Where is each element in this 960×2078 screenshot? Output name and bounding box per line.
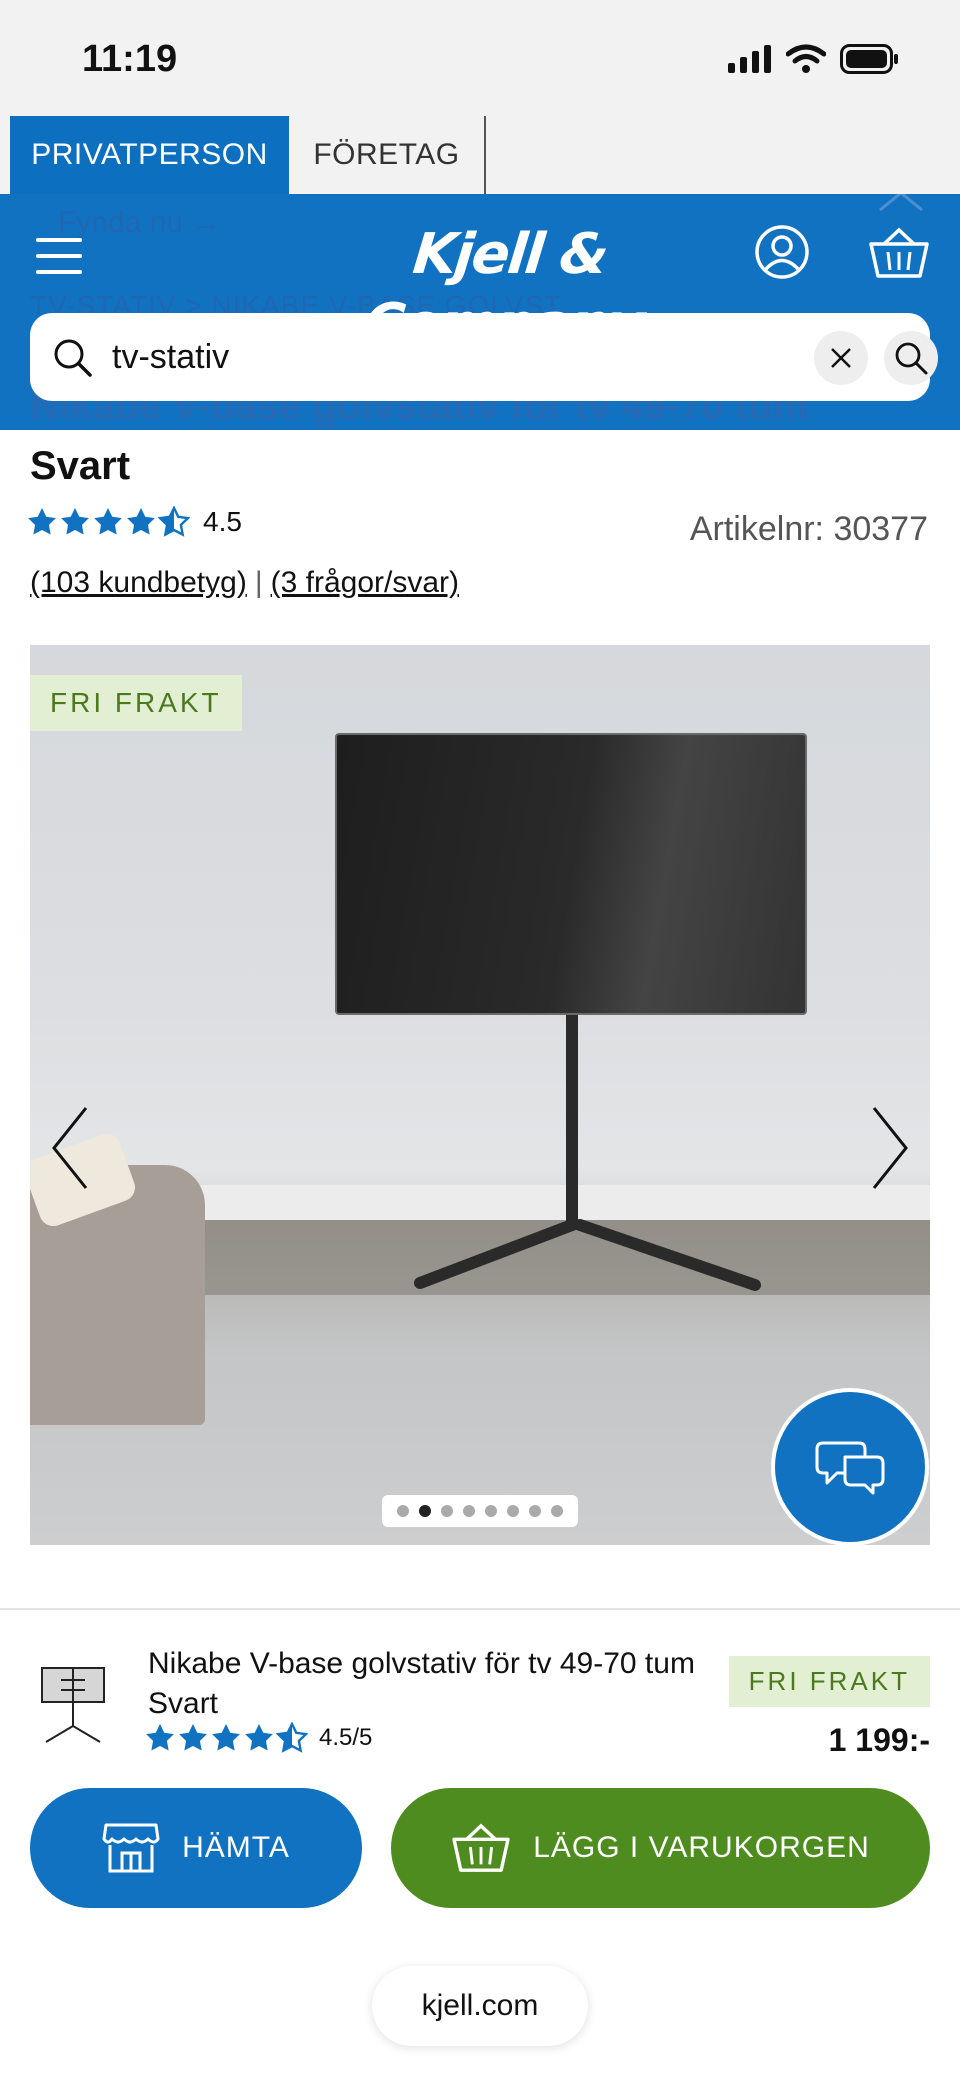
star-icon <box>94 508 122 535</box>
star-icon <box>179 1724 207 1751</box>
account-icon[interactable] <box>754 224 810 280</box>
star-icon <box>127 508 155 535</box>
chevron-right-icon[interactable] <box>864 1098 914 1198</box>
product-rating[interactable]: 4.5 <box>26 506 242 538</box>
product-price: 1 199:- <box>828 1722 930 1758</box>
menu-button[interactable] <box>36 238 82 278</box>
gallery-dot[interactable] <box>551 1505 563 1517</box>
article-number: Artikelnr: 30377 <box>689 510 928 548</box>
cart-icon[interactable] <box>868 226 930 280</box>
status-bar: 11:19 <box>0 0 960 116</box>
star-icon <box>212 1724 240 1751</box>
product-image-base <box>414 1219 761 1291</box>
sticky-rating: 4.5/5 <box>144 1722 372 1754</box>
sticky-rating-score: 4.5/5 <box>319 1724 373 1751</box>
search-input[interactable] <box>112 327 792 387</box>
deal-link-ghost: Fynda nu → <box>58 206 222 239</box>
gallery-dot-active[interactable] <box>419 1505 431 1517</box>
search-icon <box>895 342 928 375</box>
star-icon <box>28 508 56 535</box>
gallery-pagination <box>382 1495 578 1527</box>
add-to-cart-button[interactable]: LÄGG I VARUKORGEN <box>391 1788 930 1908</box>
qa-link[interactable]: (3 frågor/svar) <box>271 566 459 599</box>
product-image-pole <box>566 1015 578 1230</box>
half-star-icon <box>158 506 190 537</box>
tab-foretag[interactable]: FÖRETAG <box>289 116 486 194</box>
gallery-dot[interactable] <box>463 1505 475 1517</box>
half-star-icon <box>276 1722 308 1753</box>
rating-score: 4.5 <box>203 506 242 537</box>
gallery-dot[interactable] <box>529 1505 541 1517</box>
submit-search-button[interactable] <box>884 331 938 385</box>
status-icons <box>728 44 900 74</box>
signal-icon <box>728 45 771 73</box>
free-shipping-badge: FRI FRAKT <box>30 675 242 731</box>
tab-privatperson[interactable]: PRIVATPERSON <box>10 116 289 194</box>
star-icon <box>245 1724 273 1751</box>
product-title: Svart <box>30 444 131 488</box>
gallery-dot[interactable] <box>441 1505 453 1517</box>
gallery-dot[interactable] <box>397 1505 409 1517</box>
status-time: 11:19 <box>82 38 178 80</box>
store-icon <box>102 1823 160 1873</box>
chevron-up-icon <box>879 194 923 212</box>
pickup-in-store-button[interactable]: HÄMTA <box>30 1788 362 1908</box>
product-image-tv <box>335 733 807 1015</box>
reviews-link[interactable]: (103 kundbetyg) <box>30 566 247 599</box>
search-icon <box>54 339 92 377</box>
chevron-left-icon[interactable] <box>46 1098 96 1198</box>
separator: | <box>254 566 263 599</box>
product-thumbnail[interactable] <box>36 1662 110 1748</box>
review-links: (103 kundbetyg) | (3 frågor/svar) <box>30 566 459 600</box>
chat-bubbles-icon <box>815 1441 885 1495</box>
chat-button[interactable] <box>771 1388 929 1546</box>
basket-icon <box>452 1823 510 1872</box>
site-logo[interactable]: Kjell & Company <box>286 220 733 357</box>
wifi-icon <box>786 44 826 73</box>
sticky-product-name: Nikabe V-base golvstativ för tv 49-70 tu… <box>148 1647 695 1720</box>
pickup-label: HÄMTA <box>182 1831 290 1864</box>
sticky-free-shipping-badge: FRI FRAKT <box>728 1656 930 1707</box>
add-to-cart-label: LÄGG I VARUKORGEN <box>533 1831 870 1864</box>
battery-icon <box>840 44 898 74</box>
gallery-dot[interactable] <box>507 1505 519 1517</box>
search-box <box>30 313 938 401</box>
menu-icon <box>36 238 82 242</box>
browser-url-bar[interactable]: kjell.com <box>372 1966 588 2046</box>
close-icon <box>831 348 851 368</box>
gallery-dot[interactable] <box>485 1505 497 1517</box>
star-icon <box>146 1724 174 1751</box>
clear-search-button[interactable] <box>814 331 868 385</box>
star-icon <box>61 508 89 535</box>
customer-type-tabs: PRIVATPERSON FÖRETAG <box>0 116 960 194</box>
sticky-buy-bar: Nikabe V-base golvstativ för tv 49-70 tu… <box>0 1608 960 2078</box>
